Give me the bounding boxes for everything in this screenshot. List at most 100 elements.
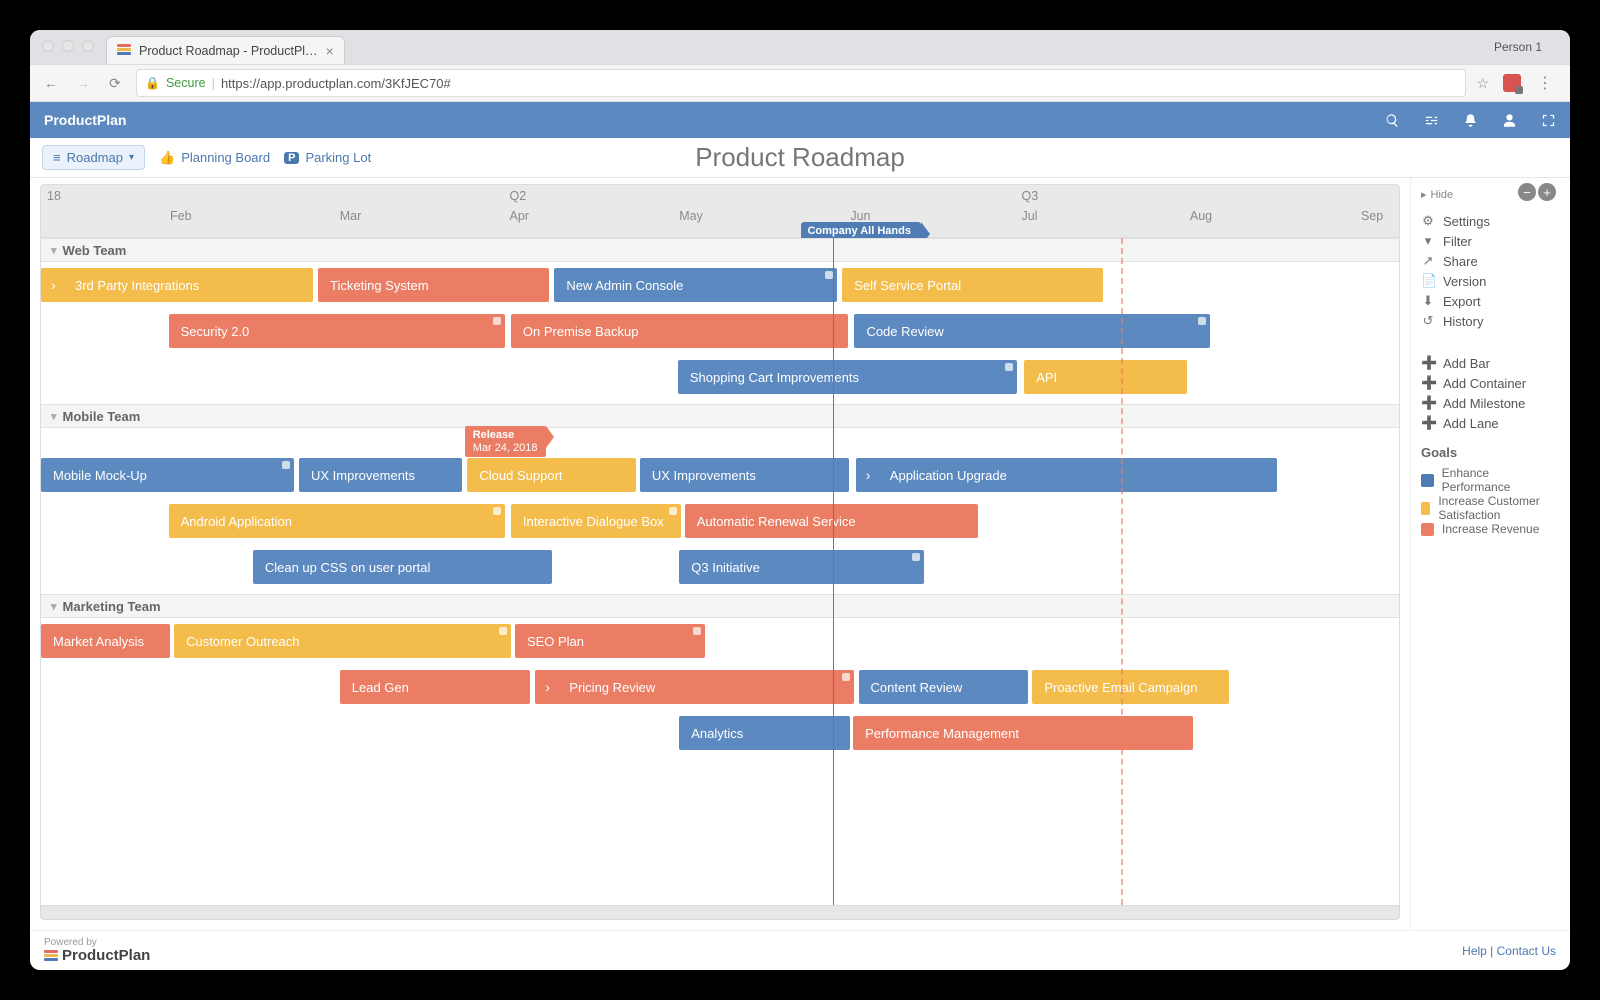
roadmap-bar[interactable]: Code Review bbox=[854, 314, 1210, 348]
lane-header[interactable]: ▾Marketing Team bbox=[41, 594, 1399, 618]
expand-icon[interactable]: › bbox=[545, 679, 550, 695]
sidebar-item-add-bar[interactable]: ➕Add Bar bbox=[1421, 353, 1558, 373]
browser-menu-icon[interactable]: ⋮ bbox=[1531, 73, 1560, 93]
minimize-window-icon[interactable] bbox=[62, 40, 74, 52]
roadmap-bar[interactable]: Market Analysis bbox=[41, 624, 170, 658]
roadmap-bar[interactable]: Customer Outreach bbox=[174, 624, 511, 658]
note-icon[interactable] bbox=[499, 627, 507, 635]
expand-icon[interactable]: › bbox=[51, 277, 56, 293]
note-icon[interactable] bbox=[282, 461, 290, 469]
note-icon[interactable] bbox=[912, 553, 920, 561]
tab-title: Product Roadmap - ProductPl… bbox=[139, 44, 318, 58]
roadmap-bar[interactable]: Interactive Dialogue Box bbox=[511, 504, 681, 538]
roadmap-bar[interactable]: Ticketing System bbox=[318, 268, 549, 302]
lane-row: Market Analysis Customer Outreach SEO Plan bbox=[41, 618, 1399, 662]
roadmap-bar[interactable]: Proactive Email Campaign bbox=[1032, 670, 1229, 704]
legend-item[interactable]: Increase Customer Satisfaction bbox=[1421, 494, 1558, 522]
roadmap-bar[interactable]: Cloud Support bbox=[467, 458, 635, 492]
sidebar-item-settings[interactable]: ⚙Settings bbox=[1421, 211, 1558, 231]
parking-lot-link[interactable]: P Parking Lot bbox=[284, 150, 371, 165]
footer-brand[interactable]: ProductPlan bbox=[44, 948, 150, 963]
legend-item[interactable]: Enhance Performance bbox=[1421, 466, 1558, 494]
roadmap-bar[interactable]: UX Improvements bbox=[640, 458, 849, 492]
app-brand[interactable]: ProductPlan bbox=[44, 112, 126, 128]
roadmap-bar[interactable]: API bbox=[1024, 360, 1187, 394]
release-flag[interactable]: ReleaseMar 24, 2018 bbox=[465, 426, 546, 457]
note-icon[interactable] bbox=[669, 507, 677, 515]
note-icon[interactable] bbox=[493, 317, 501, 325]
browser-tab[interactable]: Product Roadmap - ProductPl… × bbox=[106, 36, 345, 64]
roadmap-bar[interactable]: Lead Gen bbox=[340, 670, 530, 704]
contact-link[interactable]: Contact Us bbox=[1497, 944, 1556, 958]
lane-row: Shopping Cart ImprovementsAPI bbox=[41, 354, 1399, 398]
sidebar-item-history[interactable]: ↺History bbox=[1421, 311, 1558, 331]
legend-item[interactable]: Increase Revenue bbox=[1421, 522, 1558, 536]
extension-icon[interactable] bbox=[1503, 74, 1521, 92]
back-icon[interactable]: ← bbox=[40, 75, 62, 91]
roadmap-bar[interactable]: Android Application bbox=[169, 504, 506, 538]
expand-icon[interactable]: › bbox=[866, 467, 871, 483]
sidebar-item-export[interactable]: ⬇Export bbox=[1421, 291, 1558, 311]
user-icon[interactable] bbox=[1502, 113, 1517, 128]
roadmap-bar[interactable]: Automatic Renewal Service bbox=[685, 504, 978, 538]
roadmap-bar[interactable]: ›Pricing Review bbox=[535, 670, 854, 704]
settings-sliders-icon[interactable] bbox=[1424, 113, 1439, 128]
bar-label: Analytics bbox=[691, 726, 743, 741]
note-icon[interactable] bbox=[493, 507, 501, 515]
planning-board-link[interactable]: 👍 Planning Board bbox=[159, 150, 270, 166]
sidebar-item-label: Add Lane bbox=[1443, 416, 1499, 431]
planning-board-label: Planning Board bbox=[181, 150, 270, 165]
note-icon[interactable] bbox=[842, 673, 850, 681]
bar-label: Content Review bbox=[871, 680, 963, 695]
help-link[interactable]: Help bbox=[1462, 944, 1487, 958]
lane-row: Analytics Performance Management bbox=[41, 710, 1399, 754]
note-icon[interactable] bbox=[1198, 317, 1206, 325]
roadmap-bar[interactable]: Analytics bbox=[679, 716, 850, 750]
bookmark-icon[interactable]: ☆ bbox=[1476, 75, 1489, 92]
roadmap-view-button[interactable]: ≡ Roadmap ▾ bbox=[42, 145, 145, 170]
roadmap-bar[interactable]: Mobile Mock-Up bbox=[41, 458, 294, 492]
close-window-icon[interactable] bbox=[42, 40, 54, 52]
lane-header[interactable]: ▾Web Team bbox=[41, 238, 1399, 262]
roadmap-bar[interactable]: Shopping Cart Improvements bbox=[678, 360, 1018, 394]
zoom-out-button[interactable]: − bbox=[1518, 183, 1536, 201]
bar-label: Customer Outreach bbox=[186, 634, 299, 649]
maximize-window-icon[interactable] bbox=[82, 40, 94, 52]
zoom-in-button[interactable]: + bbox=[1538, 183, 1556, 201]
sidebar-item-add-container[interactable]: ➕Add Container bbox=[1421, 373, 1558, 393]
fullscreen-icon[interactable] bbox=[1541, 113, 1556, 128]
close-tab-icon[interactable]: × bbox=[326, 44, 334, 58]
marker-line[interactable] bbox=[1121, 238, 1123, 905]
profile-badge[interactable]: Person 1 bbox=[1494, 40, 1542, 54]
hide-label: Hide bbox=[1431, 189, 1454, 201]
roadmap-bar[interactable]: Q3 Initiative bbox=[679, 550, 923, 584]
sidebar-item-version[interactable]: 📄Version bbox=[1421, 271, 1558, 291]
sidebar-item-add-lane[interactable]: ➕Add Lane bbox=[1421, 413, 1558, 433]
roadmap-bar[interactable]: Content Review bbox=[859, 670, 1029, 704]
notifications-icon[interactable] bbox=[1463, 113, 1478, 128]
month-label: Feb bbox=[170, 209, 192, 223]
horizontal-scrollbar[interactable] bbox=[40, 906, 1400, 920]
bar-label: UX Improvements bbox=[652, 468, 756, 483]
roadmap-bar[interactable]: UX Improvements bbox=[299, 458, 462, 492]
roadmap-bar[interactable]: Performance Management bbox=[853, 716, 1193, 750]
roadmap-bar[interactable]: SEO Plan bbox=[515, 624, 705, 658]
roadmap-bar[interactable]: New Admin Console bbox=[554, 268, 836, 302]
note-icon[interactable] bbox=[825, 271, 833, 279]
search-icon[interactable] bbox=[1385, 113, 1400, 128]
note-icon[interactable] bbox=[1005, 363, 1013, 371]
roadmap-bar[interactable]: On Premise Backup bbox=[511, 314, 848, 348]
reload-icon[interactable]: ⟳ bbox=[104, 75, 126, 92]
roadmap-bar[interactable]: ›3rd Party Integrations bbox=[41, 268, 313, 302]
forward-icon[interactable]: → bbox=[72, 75, 94, 91]
address-bar[interactable]: 🔒 Secure | https://app.productplan.com/3… bbox=[136, 69, 1466, 97]
lane-header[interactable]: ▾Mobile Team bbox=[41, 404, 1399, 428]
sidebar-item-add-milestone[interactable]: ➕Add Milestone bbox=[1421, 393, 1558, 413]
roadmap-bar[interactable]: ›Application Upgrade bbox=[856, 458, 1277, 492]
roadmap-bar[interactable]: Self Service Portal bbox=[842, 268, 1103, 302]
note-icon[interactable] bbox=[693, 627, 701, 635]
roadmap-bar[interactable]: Security 2.0 bbox=[169, 314, 506, 348]
roadmap-bar[interactable]: Clean up CSS on user portal bbox=[253, 550, 552, 584]
sidebar-item-filter[interactable]: ▾Filter bbox=[1421, 231, 1558, 251]
sidebar-item-share[interactable]: ↗Share bbox=[1421, 251, 1558, 271]
